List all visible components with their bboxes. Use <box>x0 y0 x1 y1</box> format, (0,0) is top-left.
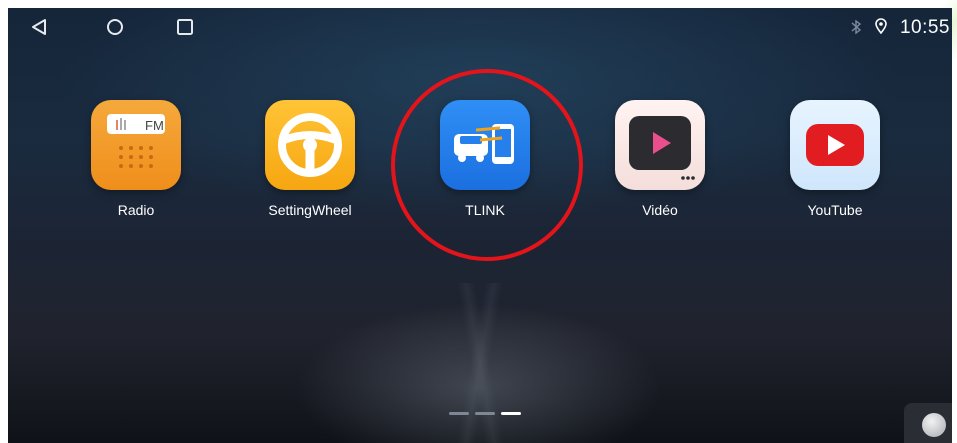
page-dot[interactable] <box>475 412 495 415</box>
location-icon <box>874 17 888 39</box>
svg-text:FM: FM <box>145 118 164 133</box>
page-indicator <box>449 412 521 415</box>
app-youtube[interactable]: YouTube <box>765 100 905 218</box>
home-circle-icon[interactable] <box>106 18 124 41</box>
app-label: Radio <box>117 202 155 218</box>
steering-wheel-icon <box>265 100 355 190</box>
app-label: Vidéo <box>642 202 678 218</box>
back-triangle-icon[interactable] <box>30 18 48 41</box>
radio-icon: FM <box>91 100 181 190</box>
road-background <box>8 283 952 443</box>
status-bar: 10:55 <box>8 8 952 46</box>
assistive-touch-icon <box>922 413 946 437</box>
page-dot[interactable] <box>449 412 469 415</box>
app-label: YouTube <box>807 202 863 218</box>
youtube-icon <box>790 100 880 190</box>
status-clock: 10:55 <box>899 17 950 38</box>
app-radio[interactable]: FM Radio <box>66 100 206 218</box>
recents-square-icon[interactable] <box>176 18 194 41</box>
app-label: SettingWheel <box>268 202 352 218</box>
assistive-touch-button[interactable] <box>904 403 952 443</box>
head-unit-screen: 10:55 FM Radio SettingWheel TLINK Vidéo … <box>8 8 952 443</box>
page-dot-active[interactable] <box>501 412 521 415</box>
app-video[interactable]: Vidéo <box>590 100 730 218</box>
video-play-icon <box>615 100 705 190</box>
app-settingwheel[interactable]: SettingWheel <box>240 100 380 218</box>
bluetooth-icon <box>850 19 862 38</box>
status-indicators: 10:55 <box>850 17 950 39</box>
highlight-circle <box>391 69 583 261</box>
